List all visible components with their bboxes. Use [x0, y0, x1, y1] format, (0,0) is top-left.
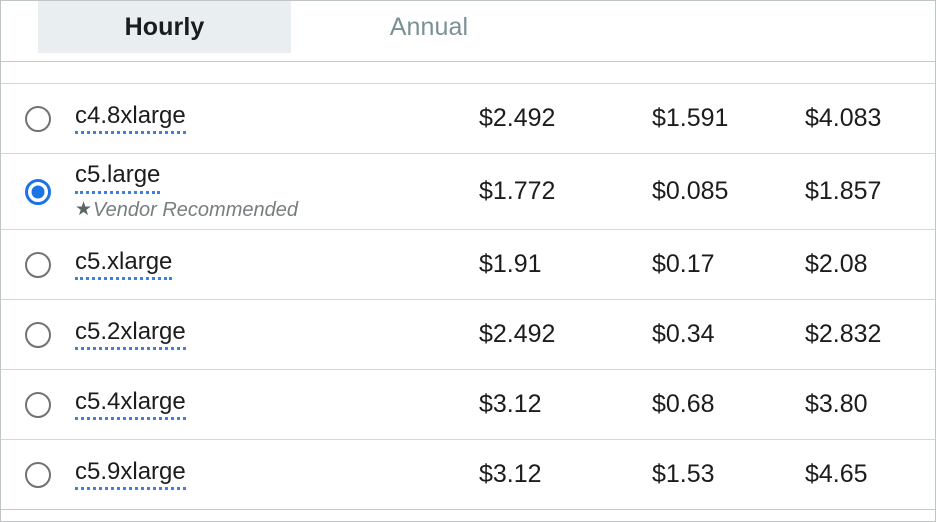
table-row[interactable]: c5.xlarge $1.91 $0.17 $2.08: [1, 230, 935, 300]
instance-radio[interactable]: [25, 391, 51, 418]
price-hourly-storage: $0.34: [652, 320, 715, 348]
instance-name-cell: c4.8xlarge: [75, 102, 443, 135]
price-hourly-storage: $0.68: [652, 390, 715, 418]
instance-radio-cell: [1, 461, 75, 488]
instance-radio-cell: [1, 321, 75, 348]
instance-name-link[interactable]: c5.2xlarge: [75, 318, 186, 351]
price-hourly-total: $4.65: [805, 460, 868, 488]
instance-name-cell: c5.4xlarge: [75, 388, 443, 421]
price-hourly-total: $2.832: [805, 320, 882, 348]
instance-pricing-panel: Hourly Annual c4.8xlarge $2.492 $1.591 $…: [0, 0, 936, 522]
vendor-recommended-badge: ★ Vendor Recommended: [75, 199, 443, 221]
price-hourly-total: $1.857: [805, 177, 882, 205]
tab-annual-label: Annual: [389, 12, 469, 41]
instance-radio[interactable]: [25, 251, 51, 278]
price-hourly-storage: $0.085: [652, 177, 729, 205]
price-hourly-compute: $3.12: [479, 390, 542, 418]
table-row[interactable]: c5.large ★ Vendor Recommended $1.772 $0.…: [1, 154, 935, 230]
table-row[interactable]: c5.9xlarge $3.12 $1.53 $4.65: [1, 440, 935, 510]
tab-hourly[interactable]: Hourly: [38, 1, 291, 53]
price-hourly-total: $3.80: [805, 390, 868, 418]
price-hourly-compute: $1.91: [479, 250, 542, 278]
price-hourly-compute: $2.492: [479, 320, 556, 348]
table-row[interactable]: c5.4xlarge $3.12 $0.68 $3.80: [1, 370, 935, 440]
instance-radio-cell: [1, 178, 75, 205]
instance-radio-cell: [1, 105, 75, 132]
vendor-recommended-label: Vendor Recommended: [93, 198, 298, 221]
instance-name-link[interactable]: c4.8xlarge: [75, 102, 186, 135]
table-row[interactable]: c5.2xlarge $2.492 $0.34 $2.832: [1, 300, 935, 370]
price-hourly-compute: $2.492: [479, 104, 556, 132]
instance-name-link[interactable]: c5.9xlarge: [75, 458, 186, 491]
table-row[interactable]: [1, 62, 935, 84]
instance-name-link[interactable]: c5.4xlarge: [75, 388, 186, 421]
star-icon: ★: [75, 199, 93, 221]
instance-radio-selected[interactable]: [25, 178, 51, 205]
price-hourly-storage: $1.591: [652, 104, 729, 132]
price-hourly-compute: $1.772: [479, 177, 556, 205]
tab-annual[interactable]: Annual: [299, 1, 559, 53]
price-hourly-total: $2.08: [805, 250, 868, 278]
price-hourly-compute: $3.12: [479, 460, 542, 488]
instance-name-cell: c5.9xlarge: [75, 458, 443, 491]
instance-radio-cell: [1, 251, 75, 278]
instance-radio[interactable]: [25, 321, 51, 348]
table-row[interactable]: c4.8xlarge $2.492 $1.591 $4.083: [1, 84, 935, 154]
price-hourly-total: $4.083: [805, 104, 882, 132]
price-hourly-storage: $1.53: [652, 460, 715, 488]
instance-radio[interactable]: [25, 461, 51, 488]
instance-name-link[interactable]: c5.xlarge: [75, 248, 173, 281]
price-hourly-storage: $0.17: [652, 250, 715, 278]
instance-name-cell: c5.2xlarge: [75, 318, 443, 351]
instance-table: c4.8xlarge $2.492 $1.591 $4.083 c5.large…: [1, 61, 935, 510]
instance-name-cell: c5.xlarge: [75, 248, 443, 281]
instance-name-cell: c5.large ★ Vendor Recommended: [75, 162, 443, 221]
tab-hourly-label: Hourly: [124, 12, 205, 41]
instance-name-link[interactable]: c5.large: [75, 162, 161, 194]
instance-radio[interactable]: [25, 105, 51, 132]
pricing-period-tabs: Hourly Annual: [1, 1, 935, 61]
instance-radio-cell: [1, 391, 75, 418]
